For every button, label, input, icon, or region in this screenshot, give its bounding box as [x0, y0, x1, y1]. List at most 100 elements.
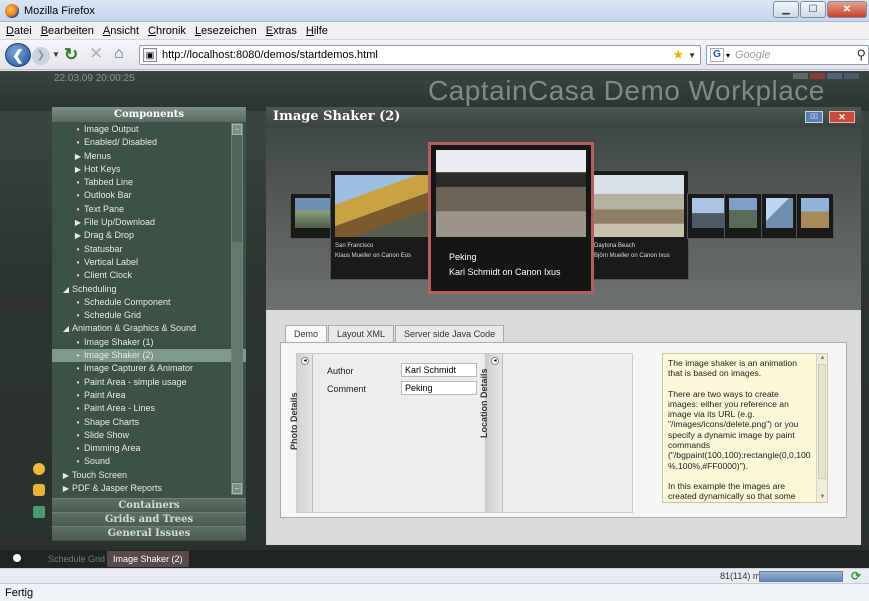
expand-arrow-icon[interactable]: ▶ — [60, 469, 72, 482]
search-engine-dropdown-icon[interactable]: ▾ — [726, 51, 730, 60]
tree-item[interactable]: • Client Clock — [52, 269, 246, 282]
tree-item[interactable]: ▶ Hot Keys — [52, 163, 246, 176]
swatch[interactable] — [810, 73, 825, 79]
image-card[interactable] — [761, 193, 798, 239]
expand-arrow-icon[interactable]: ▶ — [72, 163, 84, 176]
minimize-button[interactable]: ▁ — [773, 1, 799, 18]
image-card[interactable] — [724, 193, 762, 239]
swatch[interactable] — [827, 73, 842, 79]
close-button[interactable]: ✕ — [827, 1, 867, 18]
info-scrollbar[interactable]: ▲ ▼ — [816, 354, 827, 502]
back-button[interactable]: ❮ — [5, 43, 31, 67]
photo-details-strip[interactable]: ◂ Photo Details — [289, 354, 313, 512]
tree-item[interactable]: • Enabled/ Disabled — [52, 136, 246, 149]
section-containers[interactable]: Containers — [52, 498, 246, 512]
tree-item[interactable]: • Image Shaker (2) — [52, 349, 246, 363]
tree-item[interactable]: • Schedule Component — [52, 296, 246, 309]
expand-arrow-icon[interactable]: ▶ — [72, 216, 84, 229]
smiley-icon[interactable] — [33, 463, 45, 475]
tab-java-code[interactable]: Server side Java Code — [395, 325, 505, 342]
maximize-button[interactable]: ☐ — [800, 1, 826, 18]
tab-layout-xml[interactable]: Layout XML — [328, 325, 395, 342]
search-placeholder[interactable]: Google — [735, 49, 770, 61]
detach-button[interactable]: ▯▯ — [805, 111, 823, 123]
expand-arrow-icon[interactable]: ▶ — [72, 150, 84, 163]
tree-item[interactable]: ▶ Menus — [52, 150, 246, 163]
search-box[interactable]: G ▾ Google ⚲ — [706, 45, 869, 65]
url-text[interactable]: http://localhost:8080/demos/startdemos.h… — [162, 49, 378, 61]
reload-icon[interactable]: ↻ — [64, 45, 78, 65]
forward-button[interactable]: ❯ — [32, 47, 50, 65]
tree-item[interactable]: ▶ Touch Screen — [52, 469, 246, 482]
info-text-box[interactable]: The image shaker is an animation that is… — [662, 353, 828, 503]
location-details-strip[interactable]: ◂ Location Details — [479, 354, 503, 512]
components-header[interactable]: Components — [52, 107, 246, 122]
image-card[interactable]: San Francisco Klaus Mueller on Canon Eos — [330, 170, 438, 280]
tree-item[interactable]: • Outlook Bar — [52, 189, 246, 202]
tree-item[interactable]: • Shape Charts — [52, 416, 246, 429]
history-dropdown-icon[interactable]: ▼ — [52, 50, 60, 59]
panel-close-button[interactable]: ✕ — [829, 111, 855, 123]
scroll-down-icon[interactable]: ▼ — [818, 493, 827, 502]
tree-item[interactable]: • Statusbar — [52, 243, 246, 256]
menu-lesezeichen[interactable]: Lesezeichen — [191, 22, 262, 39]
expanded-icon[interactable]: ◢ — [60, 283, 72, 296]
address-bar[interactable]: ▣ http://localhost:8080/demos/startdemos… — [139, 45, 701, 65]
scroll-down-icon[interactable]: – — [232, 483, 242, 494]
tree-item[interactable]: • Image Output — [52, 123, 246, 136]
comment-field[interactable]: Peking — [401, 381, 477, 395]
author-field[interactable]: Karl Schmidt — [401, 363, 477, 377]
soccer-ball-icon[interactable] — [11, 552, 23, 564]
tree-item[interactable]: • Image Shaker (1) — [52, 336, 246, 349]
tree-item[interactable]: ▶ PDF & Jasper Reports — [52, 482, 246, 495]
tree-item[interactable]: • Paint Area - Lines — [52, 402, 246, 415]
swatch[interactable] — [844, 73, 859, 79]
workplace-tab-image-shaker[interactable]: Image Shaker (2) — [107, 551, 189, 567]
stop-icon[interactable]: ✕ — [89, 44, 103, 64]
workplace-tab-schedule-grid[interactable]: Schedule Grid — [42, 551, 111, 567]
menu-ansicht[interactable]: Ansicht — [99, 22, 144, 39]
expand-arrow-icon[interactable]: ▶ — [60, 482, 72, 495]
scroll-up-icon[interactable]: – — [232, 124, 242, 135]
section-general-issues[interactable]: General Issues — [52, 526, 246, 540]
menu-bearbeiten[interactable]: Bearbeiten — [37, 22, 99, 39]
users-icon[interactable] — [33, 484, 45, 496]
section-grids-and-trees[interactable]: Grids and Trees — [52, 512, 246, 526]
tree-item[interactable]: ◢ Scheduling — [52, 283, 246, 296]
home-icon[interactable]: ⌂ — [114, 45, 124, 63]
scroll-thumb[interactable] — [818, 364, 826, 479]
tree-item[interactable]: ◢ Animation & Graphics & Sound — [52, 322, 246, 335]
tree-item[interactable]: • Text Pane — [52, 203, 246, 216]
tree-item[interactable]: ▶ File Up/Download — [52, 216, 246, 229]
menu-extras[interactable]: Extras — [262, 22, 302, 39]
tree-item[interactable]: • Schedule Grid — [52, 309, 246, 322]
tree-item[interactable]: • Sound — [52, 455, 246, 468]
google-icon[interactable]: G — [710, 48, 724, 62]
menu-datei[interactable]: Datei — [2, 22, 37, 39]
tree-item[interactable]: • Slide Show — [52, 429, 246, 442]
swatch[interactable] — [793, 73, 808, 79]
bookmark-star-icon[interactable]: ★ — [672, 47, 684, 63]
refresh-icon[interactable]: ⟳ — [851, 569, 861, 583]
image-card-selected[interactable]: Peking Karl Schmidt on Canon Ixus — [428, 142, 594, 294]
image-card[interactable]: Daytona Beach Björn Mueller on Canon Ixu… — [589, 170, 689, 280]
tree-item[interactable]: • Tabbed Line — [52, 176, 246, 189]
collapse-icon[interactable]: ◂ — [491, 357, 499, 365]
tree-item[interactable]: • Vertical Label — [52, 256, 246, 269]
search-icon[interactable]: ⚲ — [856, 47, 866, 63]
tree-scrollbar[interactable]: – – — [231, 123, 243, 495]
expand-arrow-icon[interactable]: ▶ — [72, 229, 84, 242]
tree-item[interactable]: • Image Capturer & Animator — [52, 362, 246, 375]
url-dropdown-icon[interactable]: ▼ — [688, 51, 696, 60]
tree-item[interactable]: ▶ Drag & Drop — [52, 229, 246, 242]
tab-demo[interactable]: Demo — [285, 325, 328, 343]
expanded-icon[interactable]: ◢ — [60, 322, 72, 335]
tree-item[interactable]: • Paint Area — [52, 389, 246, 402]
scroll-thumb[interactable] — [232, 242, 242, 482]
scroll-up-icon[interactable]: ▲ — [818, 354, 827, 363]
grid-icon[interactable] — [33, 506, 45, 518]
image-card[interactable] — [796, 193, 834, 239]
collapse-icon[interactable]: ◂ — [301, 357, 309, 365]
tree-item[interactable]: • Paint Area - simple usage — [52, 376, 246, 389]
tree-item[interactable]: • Dimming Area — [52, 442, 246, 455]
